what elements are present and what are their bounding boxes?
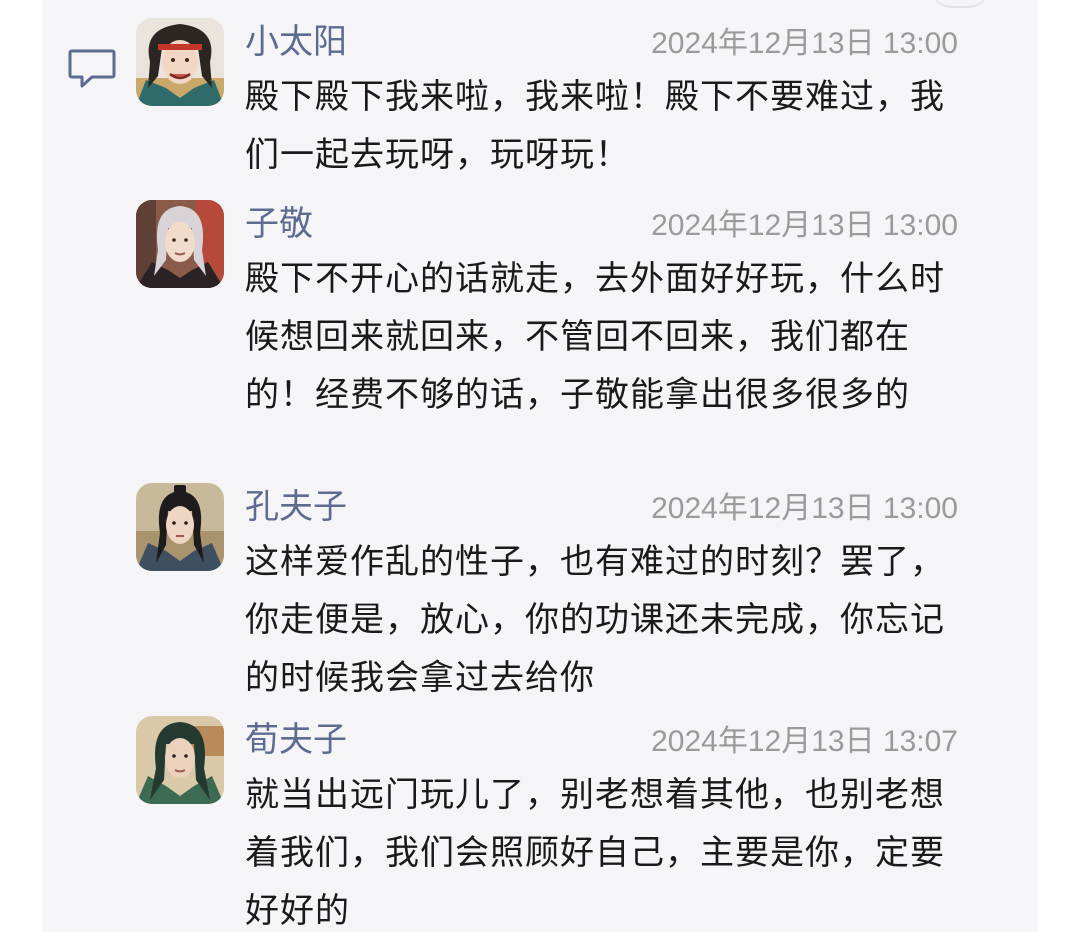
comment-item: 孔夫子 2024年12月13日 13:00 这样爱作乱的性子，也有难过的时刻？罢… bbox=[0, 483, 1079, 698]
avatar-xunfuzi-portrait[interactable] bbox=[136, 716, 224, 804]
comment-item: 子敬 2024年12月13日 13:00 殿下不开心的话就走，去外面好好玩，什么… bbox=[0, 200, 1079, 460]
avatar-zijing-portrait[interactable] bbox=[136, 200, 224, 288]
avatar-kongfuzi-portrait[interactable] bbox=[136, 483, 224, 571]
commenter-name[interactable]: 小太阳 bbox=[245, 18, 347, 66]
comment-timestamp: 2024年12月13日 13:00 bbox=[651, 27, 958, 60]
commenter-name[interactable]: 子敬 bbox=[245, 200, 313, 248]
comment-text: 就当出远门玩儿了，别老想着其他，也别老想着我们，我们会照顾好自己，主要是你，定要… bbox=[245, 775, 945, 931]
commenter-name[interactable]: 荀夫子 bbox=[245, 716, 347, 764]
avatar-xiaotaiyang-portrait[interactable] bbox=[136, 18, 224, 106]
comment-screen: 小太阳 2024年12月13日 13:00 殿下殿下我来啦，我来啦！殿下不要难过… bbox=[0, 0, 1079, 932]
comment-text: 这样爱作乱的性子，也有难过的时刻？罢了，你走便是，放心，你的功课还未完成，你忘记… bbox=[245, 542, 945, 698]
commenter-name[interactable]: 孔夫子 bbox=[245, 483, 347, 531]
comment-item: 荀夫子 2024年12月13日 13:07 就当出远门玩儿了，别老想着其他，也别… bbox=[0, 716, 1079, 931]
comment-item: 小太阳 2024年12月13日 13:00 殿下殿下我来啦，我来啦！殿下不要难过… bbox=[0, 18, 1079, 188]
comment-text: 殿下不开心的话就走，去外面好好玩，什么时候想回来就回来，不管回不回来，我们都在的… bbox=[245, 259, 945, 415]
comment-timestamp: 2024年12月13日 13:07 bbox=[651, 725, 958, 758]
comment-timestamp: 2024年12月13日 13:00 bbox=[651, 209, 958, 242]
comment-timestamp: 2024年12月13日 13:00 bbox=[651, 492, 958, 525]
comment-text: 殿下殿下我来啦，我来啦！殿下不要难过，我们一起去玩呀，玩呀玩！ bbox=[245, 77, 945, 175]
